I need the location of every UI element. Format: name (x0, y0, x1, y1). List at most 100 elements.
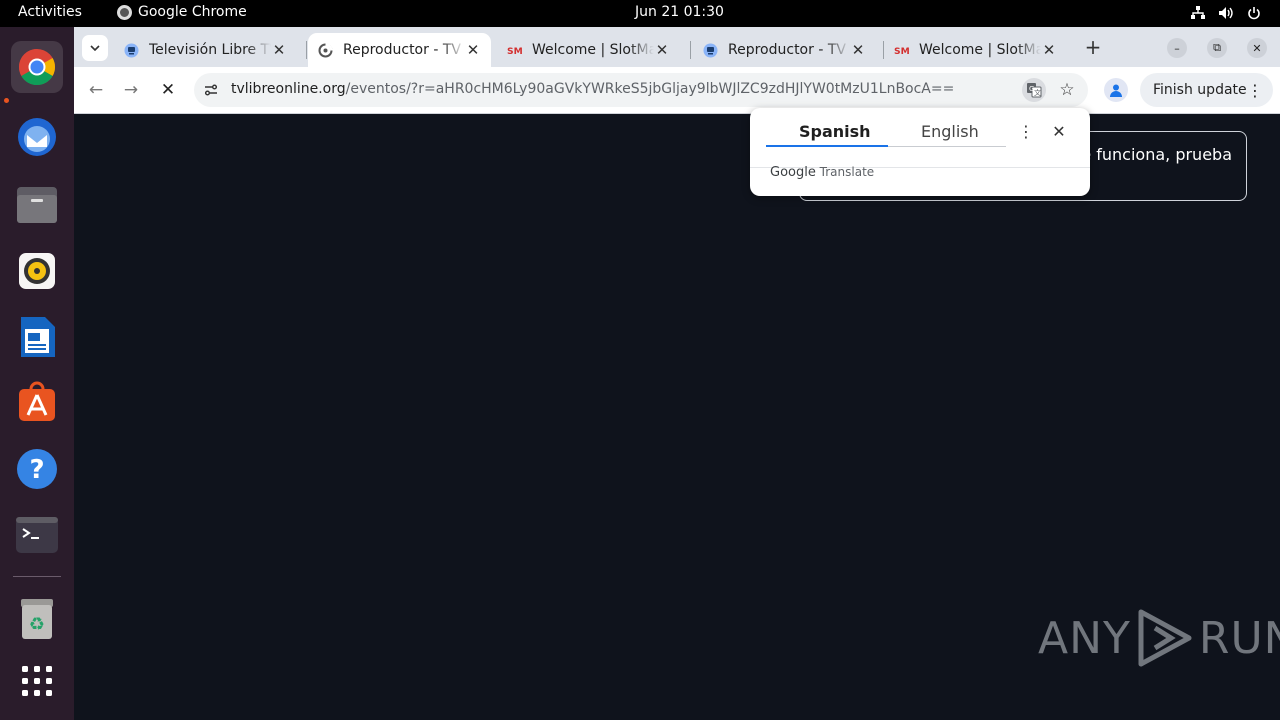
source-language-tab[interactable]: Spanish (799, 122, 871, 141)
url-path: /eventos/?r=aHR0cHM6Ly90aGVkYWRkeS5jbGlj… (345, 81, 955, 97)
more-vert-icon: ⋮ (1018, 121, 1034, 141)
svg-text:?: ? (29, 455, 44, 485)
tab-1[interactable]: Televisión Libre TV ✕ (114, 33, 297, 67)
bookmark-button[interactable]: ☆ (1057, 80, 1077, 100)
brand-google: Google (770, 165, 816, 180)
close-icon[interactable]: ✕ (271, 41, 287, 59)
tab-search-button[interactable] (82, 35, 108, 61)
minimize-icon: – (1174, 41, 1180, 55)
loading-favicon (318, 42, 333, 58)
play-logo-icon (1138, 609, 1192, 667)
new-tab-button[interactable]: + (1082, 35, 1104, 59)
translate-page-button[interactable]: G文 (1022, 78, 1046, 102)
dock-rhythmbox[interactable] (11, 245, 63, 297)
person-icon (1110, 84, 1122, 97)
plus-icon: + (1084, 35, 1102, 59)
dock-files[interactable] (11, 179, 63, 231)
tab-4[interactable]: Reproductor - TV Libre ✕ (693, 33, 876, 67)
rhythmbox-icon (19, 253, 55, 289)
dock-writer[interactable] (11, 311, 63, 363)
url-text[interactable]: tvlibreonline.org/eventos/?r=aHR0cHM6Ly9… (231, 81, 954, 97)
close-icon: ✕ (1052, 121, 1066, 141)
translate-bubble: Spanish English ⋮ ✕ Google Translate (750, 108, 1090, 196)
finish-update-label: Finish update (1153, 82, 1247, 98)
network-icon (1190, 5, 1206, 21)
arrow-right-icon: → (123, 80, 139, 100)
chevron-down-icon (90, 45, 100, 51)
tab-5[interactable]: SM Welcome | SlotMania ✕ (884, 33, 1067, 67)
translate-icon: G文 (1027, 83, 1042, 98)
dock-separator (13, 576, 61, 577)
tab-title: Welcome | SlotMania (532, 42, 654, 58)
dock-app-center[interactable] (11, 377, 63, 429)
maximize-button[interactable]: ⧉ (1207, 38, 1227, 58)
dock-help[interactable]: ? (11, 443, 63, 495)
gnome-top-bar: Activities Google Chrome Jun 21 01:30 (0, 0, 1280, 27)
stop-loading-button[interactable]: ✕ (157, 79, 179, 101)
chrome-small-icon (117, 4, 132, 20)
files-icon (17, 187, 57, 223)
help-icon: ? (17, 449, 57, 489)
target-language-tab[interactable]: English (921, 122, 979, 141)
minimize-button[interactable]: – (1167, 38, 1187, 58)
page-scrollbar[interactable] (1268, 114, 1280, 674)
app-menu[interactable]: Google Chrome (117, 4, 247, 20)
url-host: tvlibreonline.org (231, 81, 346, 97)
restore-icon: ⧉ (1213, 41, 1221, 54)
app-grid-icon (22, 666, 52, 696)
tab-title: Televisión Libre TV (149, 42, 271, 58)
notice-text: te funciona, prueba (1075, 145, 1232, 164)
translate-options-button[interactable]: ⋮ (1018, 121, 1034, 141)
thunderbird-icon (18, 118, 56, 156)
dock-show-apps[interactable] (11, 655, 63, 707)
clock[interactable]: Jun 21 01:30 (635, 4, 724, 20)
watermark-right: RUN (1198, 612, 1280, 664)
site-info-icon[interactable] (203, 82, 219, 98)
tv-favicon (124, 43, 139, 58)
close-icon: ✕ (160, 80, 176, 100)
close-icon[interactable]: ✕ (654, 41, 670, 59)
active-tab-indicator (766, 145, 888, 147)
tab-3[interactable]: SM Welcome | SlotMania ✕ (497, 33, 680, 67)
writer-icon (21, 317, 55, 357)
tab-separator (306, 41, 307, 59)
profile-button[interactable] (1104, 78, 1128, 102)
dock-chrome[interactable] (11, 41, 63, 93)
sm-favicon: SM (894, 43, 909, 58)
svg-text:♻: ♻ (29, 614, 45, 635)
svg-text:文: 文 (1034, 88, 1041, 97)
running-indicator (4, 98, 9, 103)
close-icon: ✕ (1252, 41, 1262, 55)
anyrun-watermark: ANY RUN (1038, 608, 1280, 668)
svg-text:SM: SM (507, 46, 522, 56)
close-icon[interactable]: ✕ (850, 41, 866, 59)
close-icon[interactable]: ✕ (465, 41, 481, 59)
activities-button[interactable]: Activities (18, 4, 82, 20)
tab-strip: Televisión Libre TV ✕ Reproductor - TV L… (74, 27, 1280, 67)
sm-favicon: SM (507, 43, 522, 58)
svg-text:SM: SM (894, 46, 909, 56)
tab-title: Reproductor - TV Libre (728, 42, 850, 58)
volume-icon (1218, 5, 1234, 21)
address-bar[interactable]: tvlibreonline.org/eventos/?r=aHR0cHM6Ly9… (194, 73, 1088, 107)
star-icon: ☆ (1059, 80, 1075, 100)
watermark-left: ANY (1038, 612, 1131, 664)
arrow-left-icon: ← (88, 80, 104, 100)
dock-thunderbird[interactable] (11, 111, 63, 163)
system-tray[interactable] (1190, 5, 1262, 21)
chrome-icon (18, 48, 56, 86)
app-name: Google Chrome (138, 4, 247, 20)
forward-button[interactable]: → (120, 79, 142, 101)
browser-toolbar: ← → ✕ tvlibreonline.org/eventos/?r=aHR0c… (74, 67, 1280, 114)
close-icon[interactable]: ✕ (1041, 41, 1057, 59)
dock: ? ♻ (0, 27, 74, 720)
tv-favicon (703, 43, 718, 58)
dock-trash[interactable]: ♻ (11, 593, 63, 645)
finish-update-button[interactable]: Finish update ⋮ (1140, 73, 1273, 107)
tab-2-active[interactable]: Reproductor - TV Libre ✕ (308, 33, 491, 67)
dock-terminal[interactable] (11, 509, 63, 561)
tab-title: Welcome | SlotMania (919, 42, 1041, 58)
translate-close-button[interactable]: ✕ (1050, 121, 1068, 141)
close-window-button[interactable]: ✕ (1247, 38, 1267, 58)
back-button[interactable]: ← (85, 79, 107, 101)
